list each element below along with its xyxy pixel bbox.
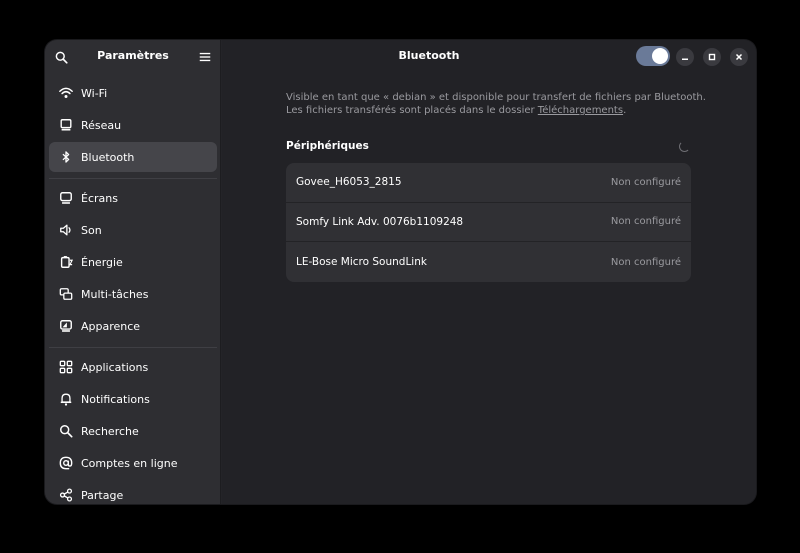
device-status: Non configuré [610,176,681,188]
device-name: Govee_H6053_2815 [296,176,402,189]
sidebar-item-wifi[interactable]: Wi-Fi [49,78,217,108]
menu-button[interactable] [194,46,216,68]
sidebar-item-label: Comptes en ligne [81,456,178,470]
description-line-1: Visible en tant que « debian » et dispon… [286,92,706,103]
minimize-icon [682,58,688,60]
scanning-spinner-icon [679,141,690,152]
sidebar-header: Paramètres [45,40,221,73]
close-icon [735,53,743,61]
sidebar-item-online-accounts[interactable]: Comptes en ligne [49,448,217,478]
sidebar-item-label: Son [81,223,102,237]
device-row[interactable]: Govee_H6053_2815 Non configuré [286,163,691,203]
speaker-icon [60,224,71,236]
apps-grid-icon [59,360,73,374]
display-icon [60,192,72,204]
sidebar-item-label: Bluetooth [81,150,135,164]
at-sign-icon [59,456,73,470]
device-row[interactable]: LE-Bose Micro SoundLink Non configuré [286,242,691,282]
sidebar-item-label: Réseau [81,118,122,132]
maximize-icon [708,53,716,61]
sidebar-item-network[interactable]: Réseau [49,110,217,140]
multitasking-icon [59,288,73,300]
sidebar-item-appearance[interactable]: Apparence [49,311,217,341]
description-prefix: Les fichiers transférés sont placés dans… [286,105,538,116]
sidebar-item-search[interactable]: Recherche [49,416,217,446]
sidebar-item-label: Wi-Fi [81,86,108,100]
sidebar-divider [49,178,217,179]
toggle-knob [652,48,668,64]
device-status: Non configuré [610,216,681,228]
sidebar-item-displays[interactable]: Écrans [49,183,217,213]
main-panel: Bluetooth Visible en tant que « debian »… [222,40,756,504]
device-row[interactable]: Somfy Link Adv. 0076b1109248 Non configu… [286,203,691,243]
device-name: LE-Bose Micro SoundLink [296,256,427,269]
sidebar-item-label: Applications [81,360,149,374]
appearance-icon [60,320,72,332]
sidebar-item-multitasking[interactable]: Multi-tâches [49,279,217,309]
bluetooth-toggle[interactable] [636,46,670,66]
sidebar-item-bluetooth[interactable]: Bluetooth [49,142,217,172]
sidebar-item-label: Apparence [81,319,141,333]
sidebar-item-label: Notifications [81,392,150,406]
description-suffix: . [623,105,627,116]
sidebar-item-label: Recherche [81,424,139,438]
wifi-icon [59,87,73,98]
sidebar-item-power[interactable]: Énergie [49,247,217,277]
share-icon [59,488,73,502]
battery-icon [60,256,73,268]
visibility-description: Visible en tant que « debian » et dispon… [286,91,706,117]
hamburger-menu-icon [199,52,211,62]
bluetooth-icon [62,151,70,163]
page-title: Bluetooth [398,49,460,62]
downloads-folder-link[interactable]: Téléchargements [538,105,623,116]
sidebar-item-label: Multi-tâches [81,287,149,301]
sidebar-item-label: Énergie [81,255,123,269]
search-icon [60,425,73,438]
sidebar-item-label: Partage [81,488,124,502]
devices-section-title: Périphériques [286,140,369,152]
sidebar-item-applications[interactable]: Applications [49,352,217,382]
sidebar-divider [49,347,217,348]
sidebar-item-sharing[interactable]: Partage [49,480,217,504]
close-button[interactable] [730,48,748,66]
sidebar-item-notifications[interactable]: Notifications [49,384,217,414]
maximize-button[interactable] [703,48,721,66]
bell-icon [60,393,72,406]
device-status: Non configuré [610,256,681,268]
description-line-2: Les fichiers transférés sont placés dans… [286,104,706,117]
settings-window: Paramètres Wi-Fi Réseau Bluetooth Écrans… [45,40,756,504]
sidebar-item-sound[interactable]: Son [49,215,217,245]
network-icon [60,119,72,131]
sidebar-item-label: Écrans [81,191,118,205]
devices-list: Govee_H6053_2815 Non configuré Somfy Lin… [286,163,691,282]
minimize-button[interactable] [676,48,694,66]
device-name: Somfy Link Adv. 0076b1109248 [296,215,464,228]
sidebar: Paramètres Wi-Fi Réseau Bluetooth Écrans… [45,40,221,504]
